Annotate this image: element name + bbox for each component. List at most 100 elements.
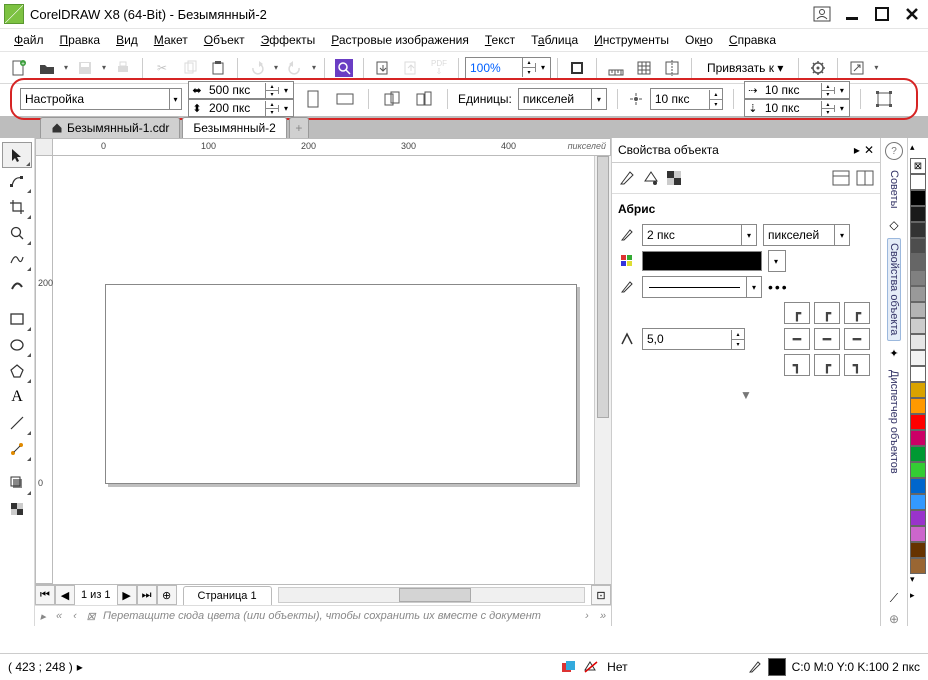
page-preset-combo[interactable]: ▾ xyxy=(20,88,182,110)
palette-swatch-10[interactable] xyxy=(910,334,926,350)
minimize-button[interactable] xyxy=(840,4,864,24)
options-button[interactable] xyxy=(805,55,831,81)
palette-swatch-14[interactable] xyxy=(910,398,926,414)
units-combo[interactable]: ▾ xyxy=(518,88,607,110)
paste-button[interactable] xyxy=(205,55,231,81)
undo-dropdown[interactable]: ▾ xyxy=(272,63,280,72)
palette-menu[interactable]: ▸ xyxy=(910,590,926,606)
open-button[interactable] xyxy=(34,55,60,81)
outline-swatch[interactable] xyxy=(768,658,786,676)
pdf-button[interactable]: PDF⇩ xyxy=(426,55,452,81)
tab-doc-1[interactable]: Безымянный-1.cdr xyxy=(40,117,180,138)
rectangle-tool[interactable] xyxy=(2,306,32,332)
outline-color-dropdown[interactable]: ▾ xyxy=(768,250,786,272)
menu-tools[interactable]: Инструменты xyxy=(588,31,675,49)
copy-button[interactable] xyxy=(177,55,203,81)
redo-button[interactable] xyxy=(282,55,308,81)
fill-indicator-icon[interactable] xyxy=(561,660,577,674)
drawing-canvas[interactable] xyxy=(53,156,594,584)
palette-swatch-23[interactable] xyxy=(910,542,926,558)
rulers-button[interactable] xyxy=(603,55,629,81)
panel-close-icon[interactable]: ✕ xyxy=(864,143,874,157)
palette-swatch-4[interactable] xyxy=(910,238,926,254)
account-icon[interactable] xyxy=(810,4,834,24)
close-button[interactable] xyxy=(900,4,924,24)
freehand-tool[interactable] xyxy=(2,246,32,272)
pick-tool[interactable] xyxy=(2,142,32,168)
launch-dropdown[interactable]: ▾ xyxy=(872,63,880,72)
zoom-combo[interactable]: ▴▾ ▾ xyxy=(465,57,551,79)
ruler-origin[interactable] xyxy=(35,138,53,156)
menu-object[interactable]: Объект xyxy=(198,31,251,49)
zoom-tool[interactable] xyxy=(2,220,32,246)
menu-help[interactable]: Справка xyxy=(723,31,782,49)
palette-swatch-15[interactable] xyxy=(910,414,926,430)
polygon-tool[interactable] xyxy=(2,358,32,384)
import-button[interactable] xyxy=(370,55,396,81)
grid-button[interactable] xyxy=(631,55,657,81)
page-height[interactable]: ⬍▴▾▾ xyxy=(188,99,294,117)
drop-shadow-tool[interactable] xyxy=(2,470,32,496)
crop-tool[interactable] xyxy=(2,194,32,220)
palette-swatch-3[interactable] xyxy=(910,222,926,238)
page-tab-1[interactable]: Страница 1 xyxy=(183,586,272,605)
palette-swatch-7[interactable] xyxy=(910,286,926,302)
outline-color-swatch[interactable] xyxy=(642,251,762,271)
menu-view[interactable]: Вид xyxy=(110,31,144,49)
menu-layout[interactable]: Макет xyxy=(148,31,194,49)
miter-limit[interactable]: ▴▾ xyxy=(642,328,745,350)
no-fill-swatch[interactable]: ⊠ xyxy=(910,158,926,174)
palette-swatch-19[interactable] xyxy=(910,478,926,494)
connector-tool[interactable] xyxy=(2,436,32,462)
page-width[interactable]: ⬌▴▾▾ xyxy=(188,81,294,99)
palette-swatch-20[interactable] xyxy=(910,494,926,510)
line-style[interactable]: ▾ xyxy=(642,276,762,298)
redo-dropdown[interactable]: ▾ xyxy=(310,63,318,72)
maximize-button[interactable] xyxy=(870,4,894,24)
treat-as-filled-button[interactable] xyxy=(871,86,897,112)
vtab-add-icon[interactable]: ⊕ xyxy=(889,612,899,626)
palette-swatch-2[interactable] xyxy=(910,206,926,222)
new-button[interactable]: + xyxy=(6,55,32,81)
vtab-manager[interactable]: Диспетчер объектов xyxy=(888,366,900,478)
tab-doc-2[interactable]: Безымянный-2 xyxy=(182,117,286,138)
fill-tab-icon[interactable] xyxy=(642,169,660,187)
menu-bitmap[interactable]: Растровые изображения xyxy=(325,31,475,49)
undo-button[interactable] xyxy=(244,55,270,81)
palette-swatch-24[interactable] xyxy=(910,558,926,574)
save-dropdown[interactable]: ▾ xyxy=(100,63,108,72)
document-palette[interactable]: ▸«‹ ⊠ Перетащите сюда цвета (или объекты… xyxy=(35,605,611,626)
no-color-swatch[interactable]: ⊠ xyxy=(83,610,99,623)
outline-indicator-icon[interactable] xyxy=(748,660,762,674)
palette-swatch-1[interactable] xyxy=(910,190,926,206)
current-page-button[interactable] xyxy=(411,86,437,112)
vertical-scrollbar[interactable] xyxy=(594,156,611,584)
fullscreen-button[interactable] xyxy=(564,55,590,81)
palette-swatch-9[interactable] xyxy=(910,318,926,334)
dimension-tool[interactable] xyxy=(2,410,32,436)
cut-button[interactable]: ✂ xyxy=(149,55,175,81)
palette-swatch-11[interactable] xyxy=(910,350,926,366)
dup-y[interactable]: ⇣▴▾▾ xyxy=(744,99,850,117)
nav-target[interactable]: ⊡ xyxy=(591,585,611,605)
shape-tool[interactable] xyxy=(2,168,32,194)
palette-swatch-12[interactable] xyxy=(910,366,926,382)
panel-lock-icon[interactable]: ▸ xyxy=(854,143,860,157)
palette-swatch-0[interactable] xyxy=(910,174,926,190)
palette-swatch-17[interactable] xyxy=(910,446,926,462)
palette-swatch-8[interactable] xyxy=(910,302,926,318)
tab-add[interactable]: + xyxy=(289,117,309,138)
palette-swatch-21[interactable] xyxy=(910,510,926,526)
fill-none-icon[interactable] xyxy=(583,660,601,674)
transparency-tool[interactable] xyxy=(2,496,32,522)
menu-effects[interactable]: Эффекты xyxy=(255,31,322,49)
horizontal-scrollbar[interactable] xyxy=(278,587,585,603)
palette-scroll-down[interactable]: ▾ xyxy=(910,574,926,590)
page-first[interactable]: ⏮ xyxy=(35,585,55,605)
ruler-horizontal[interactable]: 0 100 200 300 400 пикселей xyxy=(53,138,611,156)
outline-tab-icon[interactable] xyxy=(618,169,636,187)
page-add[interactable]: ⊕ xyxy=(157,585,177,605)
snap-button[interactable]: Привязать к ▾ xyxy=(698,56,792,80)
palette-swatch-22[interactable] xyxy=(910,526,926,542)
expand-arrow[interactable]: ▼ xyxy=(618,380,874,402)
